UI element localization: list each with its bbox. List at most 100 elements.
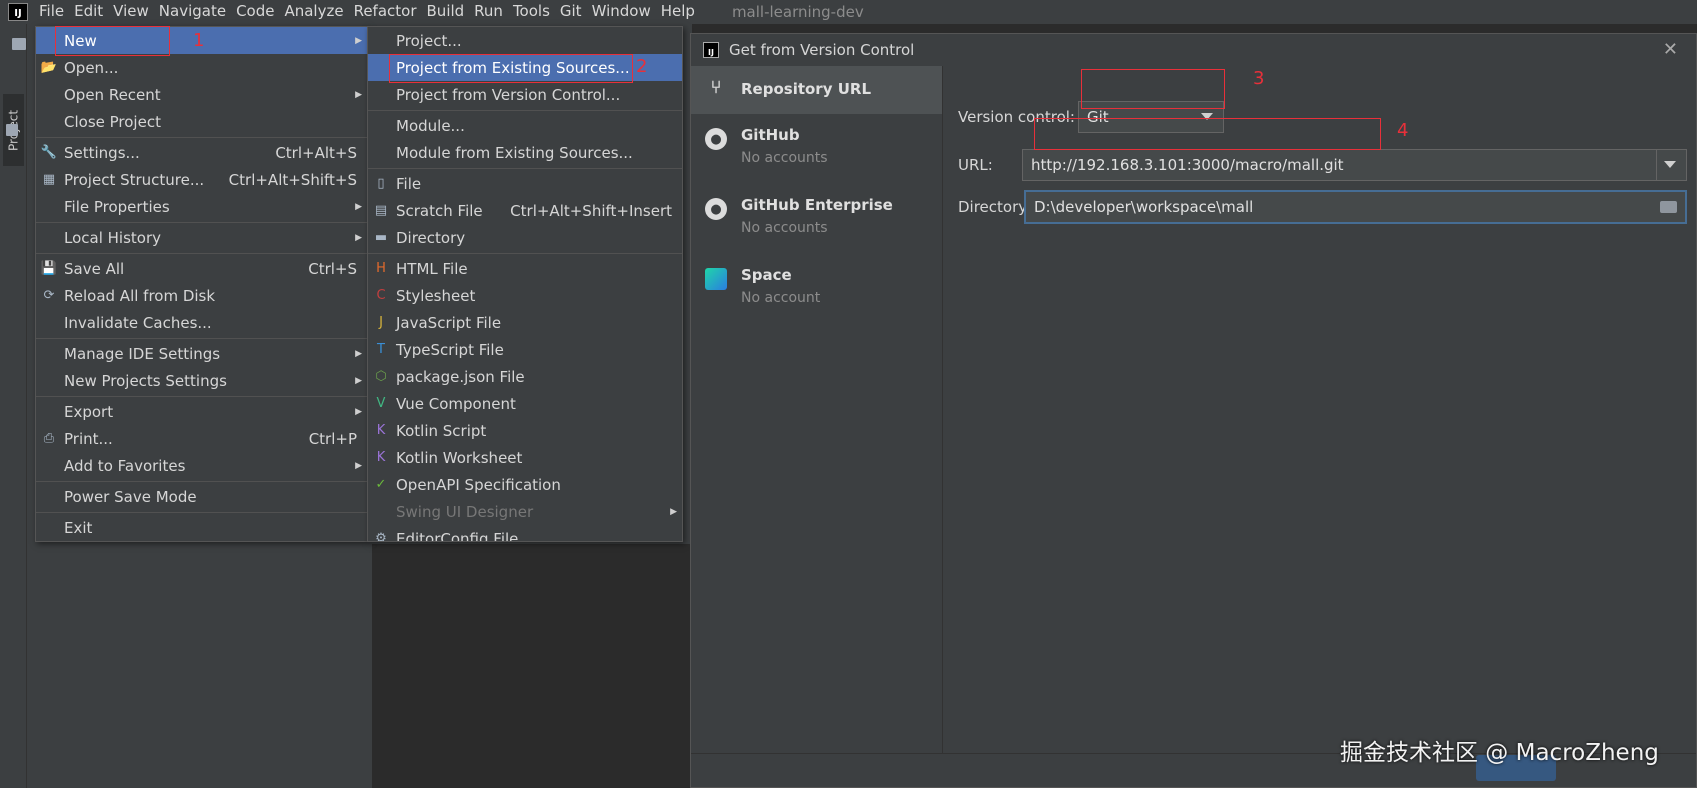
left-tool-strip: Project: [0, 24, 27, 788]
sidebar-item-space[interactable]: Space No account: [691, 254, 942, 324]
sidebar-item-sub: No account: [741, 290, 821, 306]
menu-code[interactable]: Code: [233, 0, 281, 24]
menu-analyze[interactable]: Analyze: [281, 0, 350, 24]
folder-icon[interactable]: [12, 38, 26, 50]
menu-refactor[interactable]: Refactor: [351, 0, 424, 24]
submenu-arrow-icon: ▶: [355, 406, 362, 417]
menu-item-label: Power Save Mode: [64, 487, 197, 506]
menu-item-new-projects-settings[interactable]: New Projects Settings ▶: [36, 367, 367, 394]
submenu-arrow-icon: ▶: [355, 89, 362, 100]
menu-item-javascript-file[interactable]: J JavaScript File: [368, 309, 682, 336]
menu-item-label: Add to Favorites: [64, 456, 186, 475]
menu-item-print[interactable]: ⎙ Print... Ctrl+P: [36, 425, 367, 452]
menu-item-invalidate-caches[interactable]: Invalidate Caches...: [36, 309, 367, 336]
menu-item-local-history[interactable]: Local History ▶: [36, 224, 367, 251]
menu-item-shortcut: Ctrl+Alt+Shift+S: [228, 170, 357, 189]
menu-edit[interactable]: Edit: [71, 0, 110, 24]
menu-item-file-properties[interactable]: File Properties ▶: [36, 193, 367, 220]
menu-item-file[interactable]: ▯ File: [368, 170, 682, 197]
menu-separator: [36, 396, 367, 397]
menu-item-vue-component[interactable]: V Vue Component: [368, 390, 682, 417]
close-icon[interactable]: ✕: [1663, 39, 1678, 60]
sidebar-item-github[interactable]: ● GitHub No accounts: [691, 114, 942, 184]
menu-item-stylesheet[interactable]: C Stylesheet: [368, 282, 682, 309]
submenu-arrow-icon: ▶: [670, 506, 677, 517]
menu-item-package-json-file[interactable]: ⬡ package.json File: [368, 363, 682, 390]
menu-item-open[interactable]: 📂 Open...: [36, 54, 367, 81]
sidebar-item-label: GitHub Enterprise: [741, 196, 893, 214]
vcs-branch-icon: ⑂: [710, 76, 722, 98]
sidebar-item-github-enterprise[interactable]: ● GitHub Enterprise No accounts: [691, 184, 942, 254]
menu-item-settings[interactable]: 🔧 Settings... Ctrl+Alt+S: [36, 139, 367, 166]
url-value: http://192.168.3.101:3000/macro/mall.git: [1031, 156, 1344, 174]
menu-item-html-file[interactable]: H HTML File: [368, 255, 682, 282]
menu-item-label: New Projects Settings: [64, 371, 227, 390]
menu-item-close-project[interactable]: Close Project: [36, 108, 367, 135]
menu-item-project-structure[interactable]: ▦ Project Structure... Ctrl+Alt+Shift+S: [36, 166, 367, 193]
structure-icon[interactable]: [6, 124, 18, 136]
menu-item-manage-ide-settings[interactable]: Manage IDE Settings ▶: [36, 340, 367, 367]
gear-icon: ⚙: [375, 531, 387, 542]
menu-item-power-save-mode[interactable]: Power Save Mode: [36, 483, 367, 510]
watermark-text: 掘金技术社区 @ MacroZheng: [1340, 740, 1659, 766]
menu-navigate[interactable]: Navigate: [156, 0, 233, 24]
menu-item-label: Open Recent: [64, 85, 161, 104]
menu-file[interactable]: File: [36, 0, 71, 24]
menu-item-label: Swing UI Designer: [396, 502, 534, 521]
sidebar-item-sub: No accounts: [741, 150, 828, 166]
menu-item-label: Module from Existing Sources...: [396, 143, 633, 162]
menu-item-kotlin-worksheet[interactable]: K Kotlin Worksheet: [368, 444, 682, 471]
html-file-icon: H: [376, 261, 386, 276]
ts-file-icon: T: [377, 342, 385, 357]
menu-item-add-to-favorites[interactable]: Add to Favorites ▶: [36, 452, 367, 479]
browse-folder-icon[interactable]: [1660, 201, 1677, 213]
menu-item-swing-ui-designer[interactable]: Swing UI Designer ▶: [368, 498, 682, 525]
menu-item-project-from-existing-sources[interactable]: Project from Existing Sources...: [368, 54, 682, 81]
menu-item-project[interactable]: Project...: [368, 27, 682, 54]
menu-item-reload-all-from-disk[interactable]: ⟳ Reload All from Disk: [36, 282, 367, 309]
menu-item-kotlin-script[interactable]: K Kotlin Script: [368, 417, 682, 444]
menu-item-label: EditorConfig File: [396, 529, 519, 542]
dialog-title-bar: IJ Get from Version Control ✕: [691, 34, 1696, 66]
directory-input[interactable]: D:\developer\workspace\mall: [1024, 190, 1687, 224]
menu-item-label: Save All: [64, 259, 125, 278]
menu-git[interactable]: Git: [557, 0, 589, 24]
menu-item-openapi-specification[interactable]: ✓ OpenAPI Specification: [368, 471, 682, 498]
menu-item-export[interactable]: Export ▶: [36, 398, 367, 425]
menu-separator: [36, 512, 367, 513]
version-control-select[interactable]: Git: [1078, 101, 1224, 133]
menu-separator: [36, 481, 367, 482]
url-history-dropdown[interactable]: [1656, 150, 1686, 180]
menu-window[interactable]: Window: [589, 0, 658, 24]
menu-item-label: Settings...: [64, 143, 140, 162]
menu-item-project-from-version-control[interactable]: Project from Version Control...: [368, 81, 682, 108]
menu-item-module-from-existing-sources[interactable]: Module from Existing Sources...: [368, 139, 682, 166]
menu-item-label: HTML File: [396, 259, 468, 278]
menu-item-scratch-file[interactable]: ▤ Scratch File Ctrl+Alt+Shift+Insert: [368, 197, 682, 224]
menu-item-label: Project from Existing Sources...: [396, 58, 630, 77]
menu-item-label: package.json File: [396, 367, 525, 386]
menu-item-exit[interactable]: Exit: [36, 514, 367, 541]
menu-view[interactable]: View: [110, 0, 156, 24]
js-file-icon: J: [379, 315, 383, 330]
menu-help[interactable]: Help: [658, 0, 702, 24]
menu-item-editorconfig-file[interactable]: ⚙ EditorConfig File: [368, 525, 682, 542]
url-input[interactable]: http://192.168.3.101:3000/macro/mall.git: [1022, 149, 1687, 181]
intellij-logo-icon: IJ: [703, 42, 719, 58]
menu-separator: [36, 253, 367, 254]
menu-run[interactable]: Run: [471, 0, 510, 24]
menu-build[interactable]: Build: [424, 0, 472, 24]
save-icon: 💾: [40, 261, 58, 276]
menu-item-typescript-file[interactable]: T TypeScript File: [368, 336, 682, 363]
menu-item-save-all[interactable]: 💾 Save All Ctrl+S: [36, 255, 367, 282]
menu-item-label: Manage IDE Settings: [64, 344, 221, 363]
menu-item-module[interactable]: Module...: [368, 112, 682, 139]
menu-item-shortcut: Ctrl+Alt+S: [275, 143, 357, 162]
menu-item-open-recent[interactable]: Open Recent ▶: [36, 81, 367, 108]
sidebar-item-label: Repository URL: [741, 80, 871, 98]
menu-item-directory[interactable]: ▬ Directory: [368, 224, 682, 251]
intellij-logo-icon: IJ: [8, 3, 28, 21]
menu-tools[interactable]: Tools: [510, 0, 557, 24]
sidebar-item-repository-url[interactable]: ⑂ Repository URL: [691, 66, 942, 114]
menu-item-label: Exit: [64, 518, 93, 537]
